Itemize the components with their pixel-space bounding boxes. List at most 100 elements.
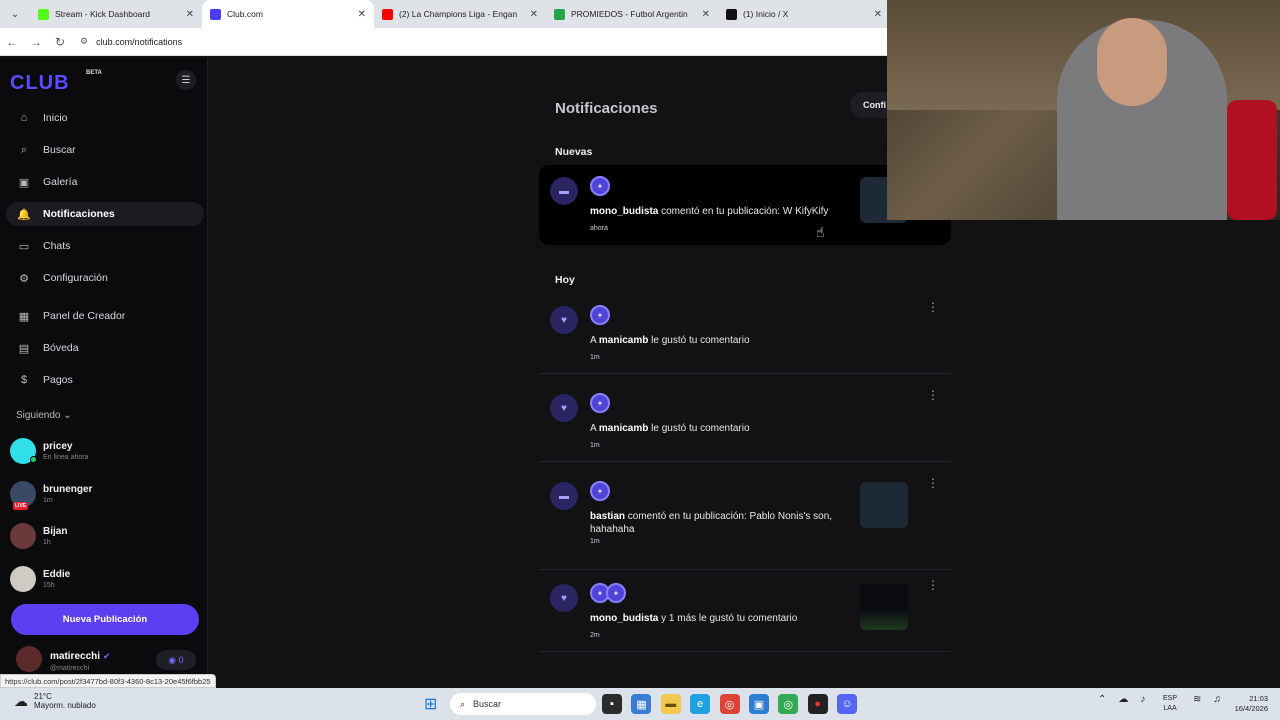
gear-icon: ⚙	[19, 272, 29, 285]
tray-mic-icon[interactable]: ♪	[1140, 694, 1145, 705]
avatar[interactable]: ✦	[590, 481, 610, 501]
back-icon[interactable]: ←	[0, 35, 24, 49]
notification-text: A manicamb le gustó tu comentario	[590, 334, 856, 347]
notification-prefix: A	[590, 423, 599, 434]
sidebar-item-galería[interactable]: ▣ Galería	[6, 170, 204, 194]
following-status: En línea ahora	[43, 454, 89, 462]
file-explorer-icon[interactable]: ▬	[660, 694, 681, 714]
edge-icon[interactable]: e	[690, 694, 711, 714]
close-icon[interactable]: ✕	[186, 9, 194, 20]
task-view-icon[interactable]: ▪	[602, 694, 622, 714]
url-field[interactable]: ⚙ club.com/notifications	[80, 36, 182, 47]
volume-icon[interactable]: ♫	[1213, 694, 1221, 705]
discord-icon[interactable]: ☺	[837, 694, 858, 714]
notification-item[interactable]: ♥ ✦ A manicamb le gustó tu comentario 1m ⋮	[539, 294, 951, 374]
notification-avatars: ✦	[590, 305, 610, 325]
following-name: pricey	[43, 441, 73, 453]
sidebar-item-bóveda[interactable]: ▤ Bóveda	[6, 336, 204, 360]
avatar[interactable]: ✦	[590, 393, 610, 413]
tray-cloud-icon[interactable]: ☁	[1118, 694, 1128, 705]
sidebar-item-label: Chats	[43, 240, 71, 252]
more-options-icon[interactable]: ⋮	[927, 476, 939, 490]
weather-widget[interactable]: ☁ 21°C Mayorm. nublado	[14, 692, 96, 710]
avatar[interactable]: ✦	[606, 583, 626, 603]
obs-icon[interactable]: ●	[807, 694, 828, 714]
language-indicator[interactable]: ESP LAA	[1163, 694, 1177, 714]
notification-user[interactable]: mono_budista	[590, 613, 658, 624]
notification-user[interactable]: mono_budista	[590, 206, 658, 217]
tab-favicon-icon	[210, 8, 221, 20]
sidebar-item-configuración[interactable]: ⚙ Configuración	[6, 266, 204, 290]
following-header[interactable]: Siguiendo ⌄	[16, 410, 72, 421]
menu-icon[interactable]: ☰	[176, 70, 196, 90]
club-logo[interactable]: CLUB	[10, 72, 70, 95]
sidebar-item-label: Galería	[43, 176, 78, 188]
clock[interactable]: 21:03 16/4/2026	[1226, 694, 1268, 714]
vault-icon: ▤	[18, 342, 30, 355]
sidebar-item-chats[interactable]: ▭ Chats	[6, 234, 204, 258]
browser-tab[interactable]: (2) La Champions Liga - Engan ✕	[374, 0, 546, 28]
more-options-icon[interactable]: ⋮	[927, 388, 939, 402]
browser-tab[interactable]: Club.com ✕	[202, 0, 374, 28]
tray-chevron-icon[interactable]: ⌃	[1098, 694, 1106, 705]
following-text: Bijan 1h	[43, 526, 67, 546]
notification-item[interactable]: ♥ ✦ ✦ mono_budista y 1 más le gustó tu come…	[539, 572, 951, 652]
notification-item[interactable]: ▬ ✦ bastian comentó en tu publicación: Pab…	[539, 470, 951, 570]
sidebar-item-notificaciones[interactable]: 🔔 Notificaciones	[6, 202, 204, 226]
dashboard-icon: ▦	[18, 310, 30, 323]
following-item[interactable]: Eddie 15h	[10, 558, 200, 601]
notification-message: le gustó tu comentario	[648, 423, 750, 434]
close-icon[interactable]: ✕	[530, 9, 538, 20]
sidebar-item-buscar[interactable]: ⌕ Buscar	[6, 138, 204, 162]
close-icon[interactable]: ✕	[702, 9, 710, 20]
taskbar-search[interactable]: ⌕ Buscar	[450, 693, 596, 715]
wifi-icon[interactable]: ≋	[1193, 694, 1201, 705]
notification-user[interactable]: manicamb	[599, 423, 648, 434]
page-title: Notificaciones	[555, 100, 658, 117]
store-icon[interactable]: ▣	[748, 694, 769, 714]
notification-text: bastian comentó en tu publicación: Pablo…	[590, 510, 856, 536]
windows-start-icon[interactable]: ⊞	[424, 694, 437, 714]
online-dot	[30, 456, 37, 464]
coins-count: 0	[178, 655, 184, 665]
beta-badge: BETA	[86, 70, 102, 76]
following-item[interactable]: pricey En línea ahora	[10, 430, 200, 473]
tab-search-menu-icon[interactable]: ⌄	[6, 5, 24, 23]
avatar[interactable]: ✦	[590, 176, 610, 196]
close-icon[interactable]: ✕	[358, 9, 366, 20]
sidebar-item-label: Panel de Creador	[43, 310, 126, 322]
post-thumbnail[interactable]	[860, 482, 908, 528]
following-item[interactable]: Bijan 1h	[10, 515, 200, 558]
site-info-icon[interactable]: ⚙	[80, 36, 88, 47]
widgets-icon[interactable]: ▦	[631, 694, 652, 714]
new-post-button[interactable]: Nueva Publicación	[11, 604, 199, 635]
browser-tab[interactable]: PROMIEDOS - Futbol Argentin ✕	[546, 0, 718, 28]
browser-tab[interactable]: (1) Inicio / X ✕	[718, 0, 890, 28]
current-user[interactable]: matirecchi ✔ @matirecchi	[16, 646, 111, 672]
system-tray: ⌃ ☁ ♪	[1098, 694, 1157, 705]
close-icon[interactable]: ✕	[874, 9, 882, 20]
more-options-icon[interactable]: ⋮	[927, 300, 939, 314]
sidebar-item-inicio[interactable]: ⌂ Inicio	[6, 106, 204, 130]
sidebar-item-panel-de-creador[interactable]: ▦ Panel de Creador	[6, 304, 204, 328]
notification-user[interactable]: bastian	[590, 511, 625, 522]
browser-tab[interactable]: Stream - Kick Dashboard ✕	[30, 0, 202, 28]
following-item[interactable]: LIVE brunenger 1m	[10, 473, 200, 516]
reload-icon[interactable]: ↻	[48, 35, 72, 49]
avatar[interactable]: ✦	[590, 305, 610, 325]
chrome-icon[interactable]: ◎	[719, 694, 740, 714]
notification-user[interactable]: manicamb	[599, 335, 648, 346]
user-handle: @matirecchi	[50, 665, 90, 672]
clock-time: 21:03	[1249, 694, 1268, 703]
more-options-icon[interactable]: ⋮	[927, 578, 939, 592]
heart-icon: ♥	[550, 394, 578, 422]
notification-item[interactable]: ♥ ✦ A manicamb le gustó tu comentario 1m ⋮	[539, 382, 951, 462]
following-name: Bijan	[43, 526, 68, 538]
avatar	[16, 646, 42, 672]
forward-icon[interactable]: →	[24, 35, 48, 49]
chrome-profile-icon[interactable]: ◎	[778, 694, 799, 714]
taskbar-search-text: Buscar	[473, 699, 502, 709]
post-thumbnail[interactable]	[860, 584, 908, 630]
sidebar-item-pagos[interactable]: $ Pagos	[6, 368, 204, 392]
coins-button[interactable]: ◉ 0	[156, 650, 196, 670]
